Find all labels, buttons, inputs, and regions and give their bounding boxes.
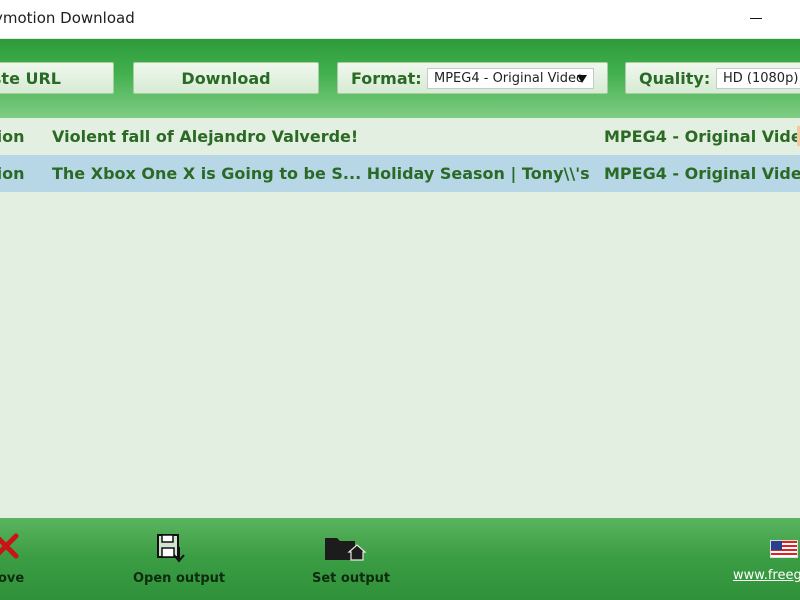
- list-item[interactable]: otion Violent fall of Alejandro Valverde…: [0, 118, 800, 155]
- quality-group: Quality: HD (1080p): [625, 62, 800, 94]
- row-source: otion: [0, 164, 25, 183]
- paste-url-button[interactable]: ste URL: [0, 62, 114, 94]
- quality-value: HD (1080p): [723, 71, 799, 86]
- row-format: MPEG4 - Original Video: [604, 127, 800, 146]
- format-select[interactable]: MPEG4 - Original Video: [427, 68, 594, 89]
- download-button[interactable]: Download: [133, 62, 319, 94]
- folder-home-icon: [325, 538, 367, 561]
- chevron-down-icon[interactable]: [577, 75, 587, 83]
- save-folder-icon: [157, 534, 185, 563]
- close-icon: [0, 533, 19, 559]
- remove-button[interactable]: ove: [0, 518, 50, 600]
- quality-select[interactable]: HD (1080p): [716, 68, 800, 89]
- remove-label: ove: [0, 571, 25, 586]
- bottom-bar: ove Open output Set output www.freeg: [0, 518, 800, 600]
- open-output-label: Open output: [133, 571, 226, 586]
- format-value: MPEG4 - Original Video: [434, 71, 584, 86]
- list-item[interactable]: otion The Xbox One X is Going to be S...…: [0, 155, 800, 192]
- minimize-button[interactable]: [742, 2, 772, 32]
- row-source: otion: [0, 127, 25, 146]
- us-flag-icon[interactable]: [770, 540, 798, 558]
- row-title: The Xbox One X is Going to be S... Holid…: [52, 164, 592, 183]
- toolbar: ste URL Download Format: MPEG4 - Origina…: [0, 39, 800, 118]
- open-output-button[interactable]: Open output: [130, 518, 225, 600]
- download-list: otion Violent fall of Alejandro Valverde…: [0, 118, 800, 518]
- quality-label: Quality:: [639, 69, 711, 88]
- set-output-button[interactable]: Set output: [308, 518, 390, 600]
- row-format: MPEG4 - Original Video: [604, 164, 800, 183]
- website-link[interactable]: www.freeg: [733, 568, 800, 583]
- window-title: ymotion Download: [0, 9, 135, 27]
- set-output-label: Set output: [312, 571, 391, 586]
- row-title: Violent fall of Alejandro Valverde!: [52, 127, 359, 146]
- format-group: Format: MPEG4 - Original Video: [337, 62, 608, 94]
- title-bar: ymotion Download: [0, 0, 800, 39]
- format-label: Format:: [351, 69, 422, 88]
